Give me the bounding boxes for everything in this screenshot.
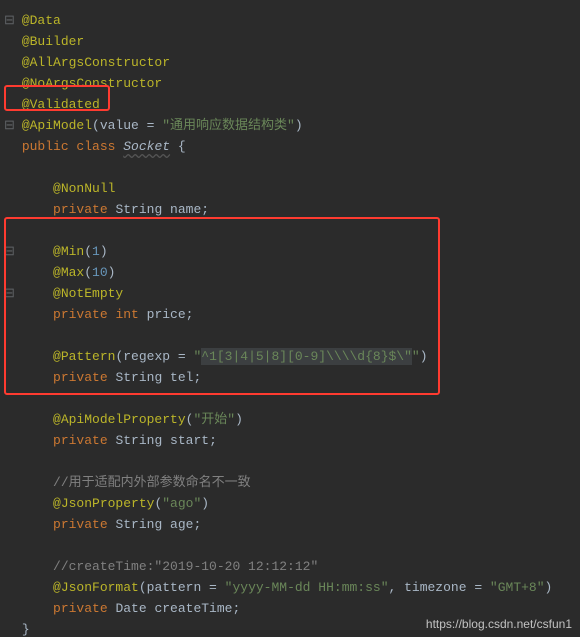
gutter-fold-icon[interactable]: ⊟ [4,115,14,136]
code-line: private String age; [4,514,580,535]
code-line: private String start; [4,430,580,451]
watermark-text: https://blog.csdn.net/csfun1 [426,617,572,631]
code-line: @Builder [4,31,580,52]
code-line: private Date createTime; [4,598,580,619]
gutter-fold-icon[interactable]: ⊟ [4,241,14,262]
gutter-fold-icon[interactable]: ⊟ [4,10,14,31]
code-line [4,157,580,178]
code-line [4,451,580,472]
code-line: @NonNull [4,178,580,199]
code-line: ⊟ @NotEmpty [4,283,580,304]
code-line: private String name; [4,199,580,220]
code-line: @Validated [4,94,580,115]
code-line [4,535,580,556]
code-line: @JsonProperty("ago") [4,493,580,514]
code-line: @Max(10) [4,262,580,283]
code-line [4,325,580,346]
code-line: ⊟ @Data [4,10,580,31]
gutter-fold-icon[interactable]: ⊟ [4,283,14,304]
code-line [4,220,580,241]
code-line: @NoArgsConstructor [4,73,580,94]
code-line: private String tel; [4,367,580,388]
code-line: private int price; [4,304,580,325]
code-line: ⊟ @Min(1) [4,241,580,262]
code-line: //createTime:"2019-10-20 12:12:12" [4,556,580,577]
code-line: //用于适配内外部参数命名不一致 [4,472,580,493]
code-line: @ApiModelProperty("开始") [4,409,580,430]
code-line: @AllArgsConstructor [4,52,580,73]
code-line [4,388,580,409]
code-line: public class Socket { [4,136,580,157]
code-editor: ⊟ @Data @Builder @AllArgsConstructor @No… [0,0,580,637]
code-line: ⊟ @ApiModel(value = "通用响应数据结构类") [4,115,580,136]
code-line: @JsonFormat(pattern = "yyyy-MM-dd HH:mm:… [4,577,580,598]
code-line: @Pattern(regexp = "^1[3|4|5|8][0-9]\\\\d… [4,346,580,367]
